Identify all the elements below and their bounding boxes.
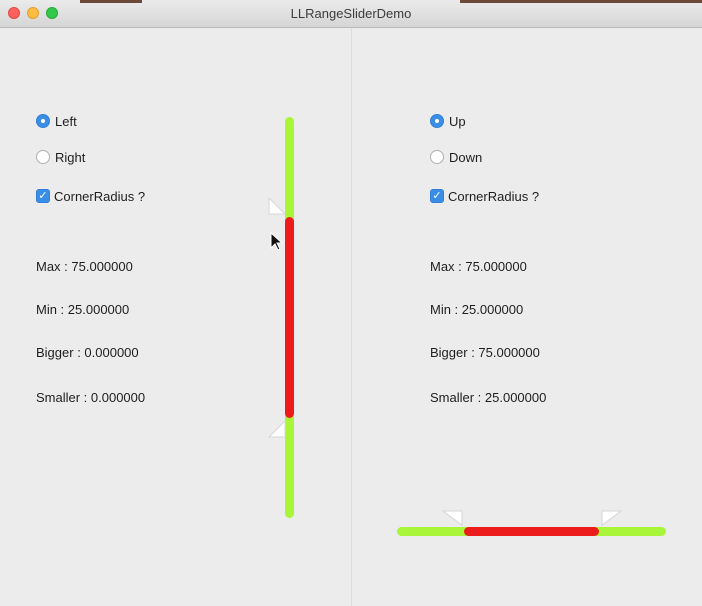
title-bar: LLRangeSliderDemo — [0, 0, 702, 28]
split-view-divider[interactable] — [351, 28, 352, 606]
min-readout: Min : 25.000000 — [430, 302, 524, 317]
vertical-slider-selected-range[interactable] — [285, 217, 294, 418]
checkmark-icon: ✓ — [432, 189, 442, 202]
radio-left[interactable] — [36, 114, 50, 128]
radio-right-label[interactable]: Right — [55, 150, 85, 165]
vertical-slider-lower-handle[interactable] — [267, 419, 287, 439]
radio-up[interactable] — [430, 114, 444, 128]
horizontal-slider-selected-range[interactable] — [464, 527, 599, 536]
corner-radius-checkbox[interactable]: ✓ — [36, 189, 50, 203]
max-readout: Max : 75.000000 — [430, 259, 527, 274]
max-readout: Max : 75.000000 — [36, 259, 133, 274]
corner-radius-checkbox[interactable]: ✓ — [430, 189, 444, 203]
bigger-readout: Bigger : 75.000000 — [430, 345, 540, 360]
radio-up-label[interactable]: Up — [449, 114, 466, 129]
background-strip — [460, 0, 702, 3]
arrow-cursor-icon — [270, 232, 284, 251]
radio-down-label[interactable]: Down — [449, 150, 482, 165]
radio-right[interactable] — [36, 150, 50, 164]
smaller-readout: Smaller : 25.000000 — [430, 390, 547, 405]
corner-radius-label[interactable]: CornerRadius ? — [448, 189, 539, 204]
radio-left-label[interactable]: Left — [55, 114, 77, 129]
smaller-readout: Smaller : 0.000000 — [36, 390, 146, 405]
background-strip — [80, 0, 142, 3]
checkmark-icon: ✓ — [38, 189, 48, 202]
radio-down[interactable] — [430, 150, 444, 164]
corner-radius-label[interactable]: CornerRadius ? — [54, 189, 145, 204]
horizontal-slider-lower-handle[interactable] — [442, 509, 464, 527]
window-title: LLRangeSliderDemo — [290, 6, 412, 21]
horizontal-slider-upper-handle[interactable] — [600, 509, 622, 527]
app-window: LLRangeSliderDemo Left Right ✓ CornerRad… — [0, 0, 702, 606]
vertical-slider-upper-handle[interactable] — [267, 196, 287, 216]
bigger-readout: Bigger : 0.000000 — [36, 345, 139, 360]
min-readout: Min : 25.000000 — [36, 302, 130, 317]
